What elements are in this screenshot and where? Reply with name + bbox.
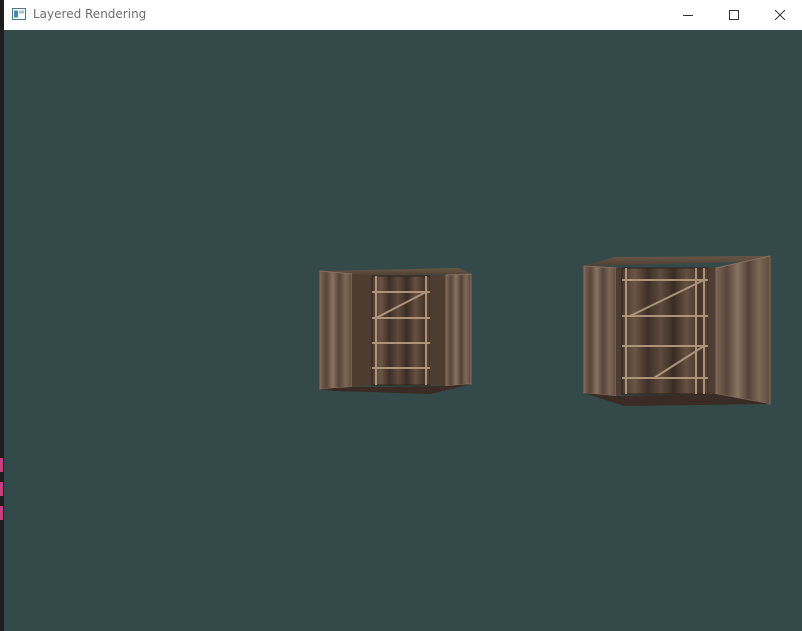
close-button[interactable] [757,0,802,30]
wooden-crate [583,255,771,406]
minimize-icon [683,15,693,16]
maximize-icon [729,10,739,20]
app-icon [12,8,26,20]
app-window: Layered Rendering [4,0,802,631]
window-title: Layered Rendering [33,7,147,21]
minimize-button[interactable] [665,0,711,30]
background-marker [0,458,3,472]
title-bar[interactable]: Layered Rendering [4,0,802,30]
background-marker [0,482,3,496]
background-marker [0,506,3,520]
render-viewport[interactable] [4,30,802,631]
scene-canvas [319,255,771,406]
wooden-crate [319,268,472,394]
close-icon [775,10,785,20]
maximize-button[interactable] [711,0,757,30]
